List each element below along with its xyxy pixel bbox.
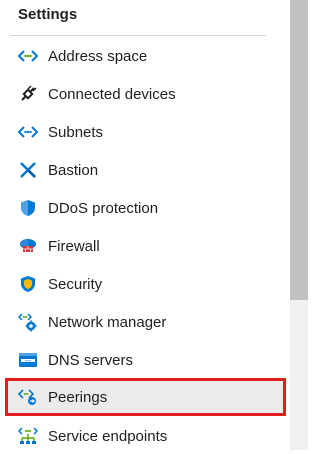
menu-item-ddos-protection[interactable]: DDoS protection [8, 190, 284, 226]
network-manager-icon [18, 312, 38, 332]
section-title: Settings [18, 6, 78, 23]
menu-item-subnets[interactable]: Subnets [8, 114, 284, 150]
section-divider [10, 35, 266, 36]
dns-servers-icon: www [18, 350, 38, 370]
menu-item-firewall[interactable]: Firewall [8, 228, 284, 264]
subnets-icon [18, 122, 38, 142]
security-shield-icon [18, 274, 38, 294]
menu-item-label: Address space [48, 47, 148, 65]
menu-item-address-space[interactable]: Address space [8, 38, 284, 74]
menu-item-label: Subnets [48, 123, 104, 141]
service-endpoints-icon [18, 426, 38, 446]
menu-item-label: Firewall [48, 237, 100, 255]
menu-item-label: Network manager [48, 313, 167, 331]
settings-panel: Settings Address space Connected devices [0, 0, 288, 450]
menu-item-label: Security [48, 275, 103, 293]
menu-item-service-endpoints[interactable]: Service endpoints [8, 418, 284, 454]
menu-item-label: Peerings [48, 388, 108, 406]
address-space-icon [18, 46, 38, 66]
menu-item-bastion[interactable]: Bastion [8, 152, 284, 188]
menu-item-label: DNS servers [48, 351, 134, 369]
menu-item-security[interactable]: Security [8, 266, 284, 302]
ddos-shield-icon [18, 198, 38, 218]
bastion-icon [18, 160, 38, 180]
menu-item-peerings[interactable]: Peerings [8, 380, 283, 414]
menu-item-connected-devices[interactable]: Connected devices [8, 76, 284, 112]
menu-item-label: Service endpoints [48, 427, 168, 445]
firewall-icon [18, 236, 38, 256]
svg-text:www: www [25, 359, 32, 363]
menu-item-label: Connected devices [48, 85, 176, 103]
menu-item-label: DDoS protection [48, 199, 159, 217]
connected-devices-icon [18, 84, 38, 104]
menu-item-network-manager[interactable]: Network manager [8, 304, 284, 340]
scrollbar-thumb[interactable] [290, 0, 308, 300]
menu-item-label: Bastion [48, 161, 99, 179]
menu-item-dns-servers[interactable]: www DNS servers [8, 342, 284, 378]
peerings-icon [18, 387, 38, 407]
